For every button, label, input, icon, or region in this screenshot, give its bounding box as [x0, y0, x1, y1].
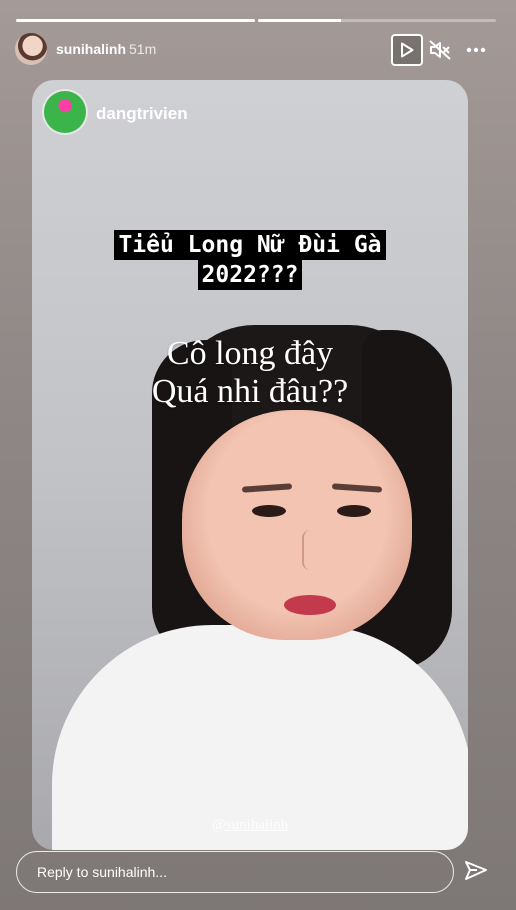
progress-segment [257, 19, 496, 22]
shared-post-username[interactable]: dangtrivien [96, 104, 188, 124]
overlay-text: Cô long đây Quá nhi đâu?? [32, 335, 468, 411]
play-button[interactable] [391, 34, 423, 66]
avatar[interactable] [15, 33, 47, 65]
story-username[interactable]: sunihalinh [56, 41, 126, 57]
caption-line: 2022??? [197, 260, 303, 290]
progress-fill [257, 19, 341, 22]
more-options-button[interactable] [460, 34, 492, 66]
story-progress [16, 19, 496, 22]
mention-tag[interactable]: @sunihalinh [212, 817, 288, 834]
photo-mouth [284, 595, 336, 615]
overlay-line: Cô long đây [166, 335, 334, 372]
send-button[interactable] [463, 858, 489, 884]
caption-line: Tiểu Long Nữ Đùi Gà [114, 230, 386, 260]
reply-input[interactable] [17, 852, 453, 892]
post-caption: Tiểu Long Nữ Đùi Gà 2022??? [32, 230, 468, 290]
photo-eye [337, 505, 371, 517]
story-timestamp: 51m [129, 41, 157, 57]
shared-post-avatar[interactable] [44, 91, 86, 133]
photo-nose [302, 530, 320, 570]
progress-segment [16, 19, 255, 22]
photo-eye [252, 505, 286, 517]
send-icon [465, 861, 487, 880]
play-icon [401, 42, 414, 58]
more-horizontal-icon [466, 47, 486, 53]
story-viewer[interactable]: sunihalinh 51m dangtrivien Tiểu Long Nữ … [0, 0, 516, 910]
overlay-line: Quá nhi đâu?? [151, 373, 349, 410]
shared-post-card[interactable]: dangtrivien Tiểu Long Nữ Đùi Gà 2022??? … [32, 80, 468, 850]
progress-fill [16, 19, 255, 22]
mute-button[interactable] [424, 34, 456, 66]
speaker-muted-icon [429, 40, 451, 60]
reply-field[interactable] [16, 851, 454, 893]
